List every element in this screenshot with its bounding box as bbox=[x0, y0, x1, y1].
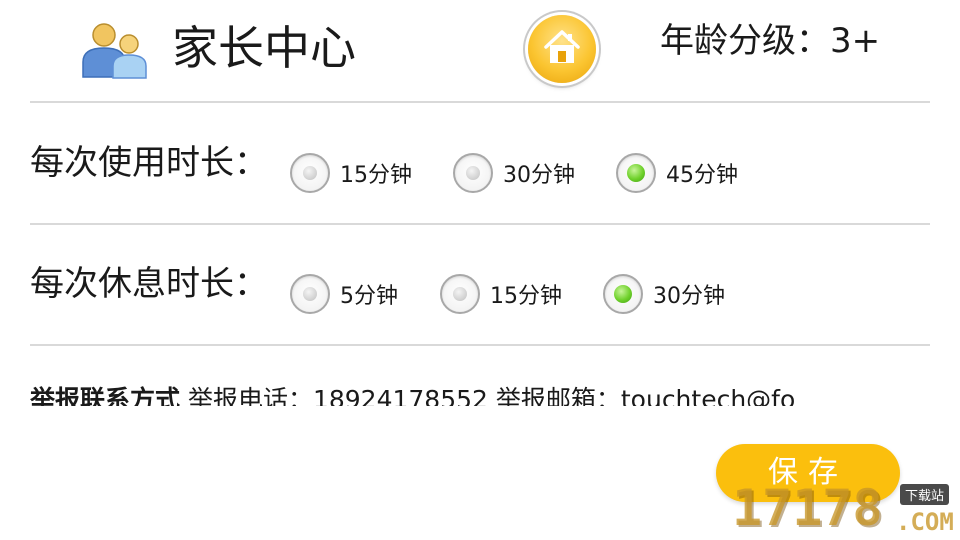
rest-option-label: 5分钟 bbox=[340, 284, 398, 309]
rest-option-15min[interactable]: 15分钟 bbox=[440, 271, 562, 317]
rest-option-label: 30分钟 bbox=[653, 284, 725, 309]
report-contact-text: 举报电话：18924178552 举报邮箱：touchtech@fo bbox=[180, 385, 796, 406]
header: 家长中心 年龄分级：3+ bbox=[0, 0, 960, 100]
radio-button[interactable] bbox=[603, 274, 643, 314]
home-icon bbox=[544, 30, 580, 63]
radio-button[interactable] bbox=[440, 274, 480, 314]
radio-dot-unselected bbox=[303, 287, 317, 301]
radio-button[interactable] bbox=[290, 153, 330, 193]
age-rating: 年龄分级：3+ bbox=[660, 21, 881, 61]
watermark-number: 17178 bbox=[732, 479, 883, 537]
divider bbox=[30, 101, 930, 103]
watermark-domain: .COM bbox=[896, 508, 954, 536]
report-contact-label: 举报联系方式 bbox=[30, 385, 181, 406]
home-button[interactable] bbox=[528, 15, 596, 83]
radio-dot-selected bbox=[627, 164, 645, 182]
rest-duration-label: 每次休息时长： bbox=[30, 264, 268, 304]
usage-option-label: 15分钟 bbox=[340, 163, 412, 188]
radio-dot-unselected bbox=[453, 287, 467, 301]
usage-option-label: 45分钟 bbox=[666, 163, 738, 188]
radio-button[interactable] bbox=[290, 274, 330, 314]
rest-option-30min[interactable]: 30分钟 bbox=[603, 271, 725, 317]
divider bbox=[30, 223, 930, 225]
rest-option-5min[interactable]: 5分钟 bbox=[290, 271, 398, 317]
radio-dot-unselected bbox=[303, 166, 317, 180]
page-title: 家长中心 bbox=[172, 21, 356, 75]
parents-icon bbox=[80, 20, 152, 80]
radio-button[interactable] bbox=[616, 153, 656, 193]
usage-option-label: 30分钟 bbox=[503, 163, 575, 188]
report-contact-info: 举报联系方式 举报电话：18924178552 举报邮箱：touchtech@f… bbox=[30, 380, 900, 406]
radio-dot-selected bbox=[614, 285, 632, 303]
radio-button[interactable] bbox=[453, 153, 493, 193]
watermark-badge: 下载站 bbox=[900, 484, 950, 505]
rest-option-label: 15分钟 bbox=[490, 284, 562, 309]
usage-duration-label: 每次使用时长： bbox=[30, 143, 268, 183]
radio-dot-unselected bbox=[466, 166, 480, 180]
usage-option-45min[interactable]: 45分钟 bbox=[616, 150, 738, 196]
usage-option-30min[interactable]: 30分钟 bbox=[453, 150, 575, 196]
site-watermark: 17178 下载站 .COM bbox=[732, 478, 960, 540]
divider bbox=[30, 344, 930, 346]
usage-option-15min[interactable]: 15分钟 bbox=[290, 150, 412, 196]
